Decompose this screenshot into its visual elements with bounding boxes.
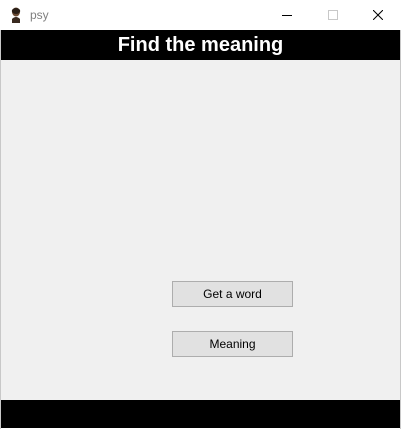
maximize-icon (328, 10, 338, 20)
get-word-button[interactable]: Get a word (172, 281, 293, 307)
close-button[interactable] (355, 0, 401, 30)
page-title: Find the meaning (1, 30, 400, 60)
minimize-button[interactable] (264, 0, 310, 30)
app-icon (10, 7, 22, 23)
window-title: psy (30, 8, 49, 22)
main-content: Get a word Meaning (1, 60, 400, 400)
app-window: psy Find the meaning Get a word Meaning (0, 0, 401, 429)
title-bar[interactable]: psy (0, 0, 401, 30)
maximize-button[interactable] (310, 0, 356, 30)
close-icon (373, 10, 383, 20)
footer-bar (1, 400, 400, 428)
minimize-icon (282, 15, 292, 16)
meaning-button[interactable]: Meaning (172, 331, 293, 357)
